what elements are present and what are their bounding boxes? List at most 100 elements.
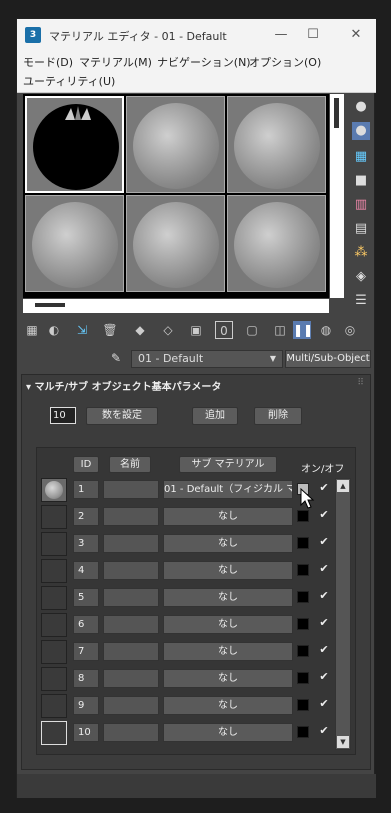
- make-copy-icon[interactable]: ◇: [159, 321, 177, 339]
- id-field[interactable]: 10: [73, 723, 99, 742]
- go-forward-to-sibling-icon[interactable]: ◎: [341, 321, 359, 339]
- sample-slot-6[interactable]: [227, 195, 326, 292]
- on-off-checkbox[interactable]: ✔: [317, 589, 331, 603]
- sample-slot-3[interactable]: [227, 96, 326, 193]
- reset-map-icon[interactable]: 🗑: [101, 321, 119, 339]
- assign-to-selection-icon[interactable]: ⇲: [73, 321, 91, 339]
- name-field[interactable]: [103, 696, 159, 715]
- color-swatch[interactable]: [297, 618, 309, 630]
- id-field[interactable]: 5: [73, 588, 99, 607]
- name-field[interactable]: [103, 642, 159, 661]
- list-row[interactable]: 10 なし ✔: [37, 721, 357, 747]
- on-off-checkbox[interactable]: ✔: [317, 724, 331, 738]
- list-scrollbar[interactable]: ▲ ▼: [335, 478, 351, 750]
- name-field[interactable]: [103, 480, 159, 499]
- sub-material-button[interactable]: なし: [163, 561, 293, 580]
- id-field[interactable]: 9: [73, 696, 99, 715]
- sub-material-thumbnail[interactable]: [41, 721, 67, 745]
- rollout-header[interactable]: ▾ マルチ/サブ オブジェクト基本パラメータ: [26, 378, 221, 393]
- options-icon[interactable]: ⁂: [352, 244, 370, 262]
- slots-vertical-scrollbar[interactable]: [330, 94, 344, 298]
- sub-material-button[interactable]: 01 - Default（フィジカル マテ: [163, 480, 293, 499]
- maximize-button[interactable]: ☐: [302, 25, 324, 45]
- list-row[interactable]: 9 なし ✔: [37, 694, 357, 720]
- title-bar[interactable]: 3 マテリアル エディタ - 01 - Default — ☐ ✕: [17, 19, 376, 51]
- scroll-thumb[interactable]: [35, 303, 65, 307]
- menu-mode[interactable]: モード(D): [23, 54, 73, 70]
- select-by-material-icon[interactable]: ◈: [352, 268, 370, 286]
- list-row[interactable]: 3 なし ✔: [37, 532, 357, 558]
- color-swatch[interactable]: [297, 672, 309, 684]
- id-field[interactable]: 8: [73, 669, 99, 688]
- sub-material-button[interactable]: なし: [163, 588, 293, 607]
- id-field[interactable]: 1: [73, 480, 99, 499]
- id-field[interactable]: 7: [73, 642, 99, 661]
- show-shaded-icon[interactable]: ▢: [243, 321, 261, 339]
- minimize-button[interactable]: —: [270, 25, 292, 45]
- color-swatch[interactable]: [297, 699, 309, 711]
- sub-material-button[interactable]: なし: [163, 534, 293, 553]
- sub-material-button[interactable]: なし: [163, 723, 293, 742]
- material-id-channel-icon[interactable]: 0: [215, 321, 233, 339]
- make-unique-icon[interactable]: ◆: [131, 321, 149, 339]
- sample-uv-tiling-icon[interactable]: ■: [352, 172, 370, 190]
- sub-material-button[interactable]: なし: [163, 507, 293, 526]
- name-field[interactable]: [103, 588, 159, 607]
- name-field[interactable]: [103, 561, 159, 580]
- sub-material-button[interactable]: なし: [163, 615, 293, 634]
- video-color-check-icon[interactable]: ▥: [352, 196, 370, 214]
- material-name-field[interactable]: 01 - Default ▼: [131, 350, 283, 368]
- menu-options[interactable]: オプション(O): [249, 54, 321, 70]
- on-off-checkbox[interactable]: ✔: [317, 562, 331, 576]
- go-to-parent-icon[interactable]: ◍: [317, 321, 335, 339]
- on-off-checkbox[interactable]: ✔: [317, 670, 331, 684]
- menu-navigation[interactable]: ナビゲーション(N): [157, 54, 251, 70]
- sub-material-thumbnail[interactable]: [41, 667, 67, 691]
- sub-material-thumbnail[interactable]: [41, 640, 67, 664]
- list-row[interactable]: 7 なし ✔: [37, 640, 357, 666]
- delete-button[interactable]: 削除: [254, 407, 302, 425]
- on-off-checkbox[interactable]: ✔: [317, 697, 331, 711]
- menu-utilities[interactable]: ユーティリティ(U): [23, 73, 115, 89]
- on-off-checkbox[interactable]: ✔: [317, 508, 331, 522]
- sample-type-sphere-icon[interactable]: ●: [352, 98, 370, 116]
- eyedropper-icon[interactable]: ✎: [111, 351, 121, 365]
- slots-horizontal-scrollbar[interactable]: [23, 299, 329, 313]
- menu-material[interactable]: マテリアル(M): [79, 54, 152, 70]
- grip-icon[interactable]: ⠿: [357, 378, 364, 388]
- sub-material-thumbnail[interactable]: [41, 478, 67, 502]
- list-row[interactable]: 6 なし ✔: [37, 613, 357, 639]
- name-field[interactable]: [103, 615, 159, 634]
- chevron-down-icon[interactable]: ▼: [270, 351, 276, 367]
- name-field[interactable]: [103, 507, 159, 526]
- sub-material-thumbnail[interactable]: [41, 694, 67, 718]
- material-map-navigator-icon[interactable]: ☰: [352, 292, 370, 310]
- show-end-result-icon[interactable]: ◫: [271, 321, 289, 339]
- id-field[interactable]: 3: [73, 534, 99, 553]
- backlight-icon[interactable]: ●: [352, 122, 370, 140]
- on-off-column-header[interactable]: オン/オフ: [301, 460, 344, 475]
- scroll-thumb[interactable]: [334, 98, 339, 128]
- sample-slot-1[interactable]: [25, 96, 124, 193]
- on-off-checkbox[interactable]: ✔: [317, 481, 331, 495]
- name-field[interactable]: [103, 723, 159, 742]
- sub-material-thumbnail[interactable]: [41, 586, 67, 610]
- on-off-checkbox[interactable]: ✔: [317, 643, 331, 657]
- get-material-icon[interactable]: ▦: [23, 321, 41, 339]
- sample-slot-2[interactable]: [126, 96, 225, 193]
- background-checker-icon[interactable]: ▦: [352, 148, 370, 166]
- on-off-checkbox[interactable]: ✔: [317, 616, 331, 630]
- color-swatch[interactable]: [297, 510, 309, 522]
- color-swatch[interactable]: [297, 564, 309, 576]
- show-map-in-viewport-icon[interactable]: ❚❚: [293, 321, 313, 339]
- id-field[interactable]: 4: [73, 561, 99, 580]
- set-count-button[interactable]: 数を設定: [86, 407, 158, 425]
- sub-material-thumbnail[interactable]: [41, 505, 67, 529]
- list-row[interactable]: 5 なし ✔: [37, 586, 357, 612]
- close-button[interactable]: ✕: [345, 25, 367, 45]
- sample-slot-4[interactable]: [25, 195, 124, 292]
- id-column-header[interactable]: ID: [73, 456, 99, 473]
- sub-material-thumbnail[interactable]: [41, 532, 67, 556]
- put-to-scene-icon[interactable]: ◐: [45, 321, 63, 339]
- scroll-up-icon[interactable]: ▲: [337, 480, 349, 492]
